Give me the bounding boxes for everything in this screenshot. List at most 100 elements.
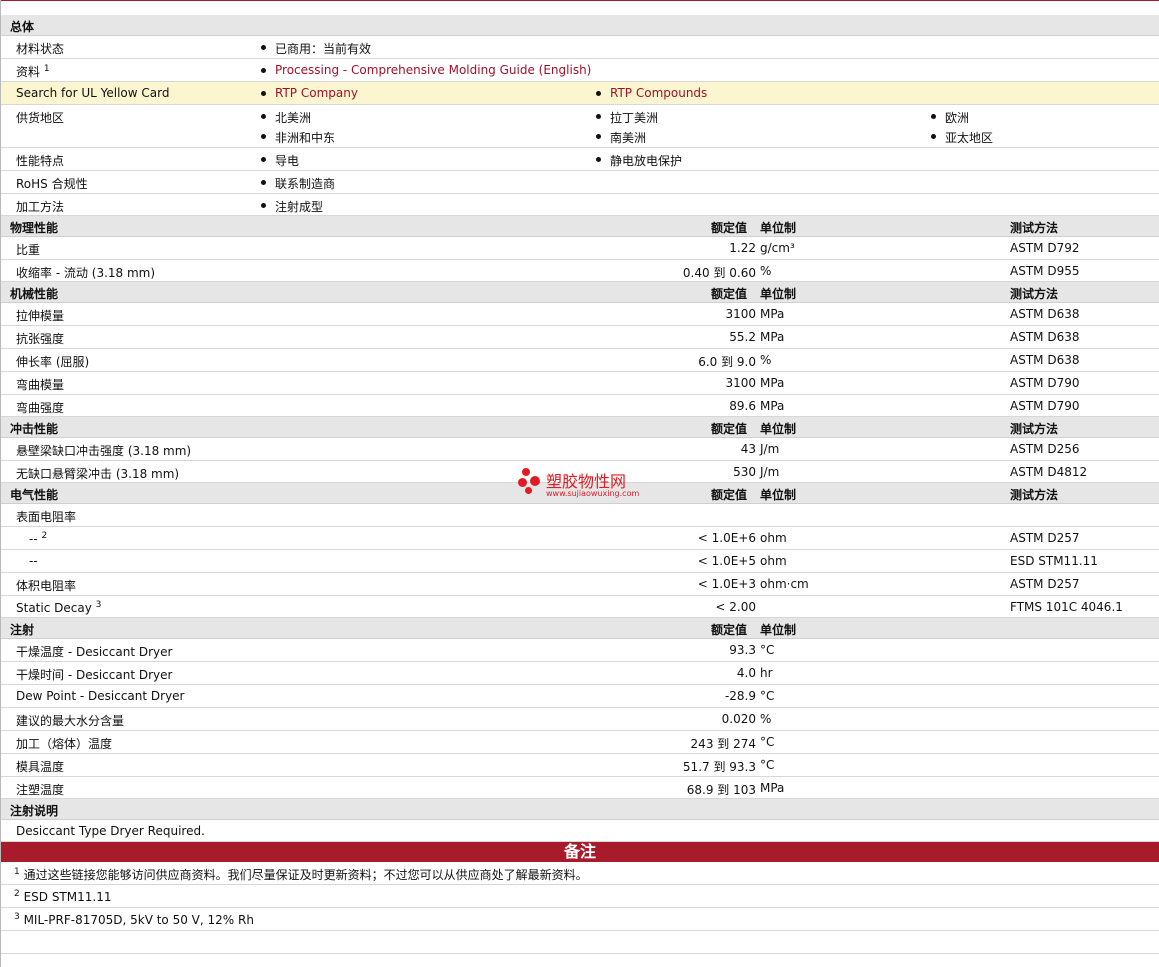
ul-link-rtp-company[interactable]: RTP Company <box>275 86 358 100</box>
bullet-icon <box>931 114 936 119</box>
property-unit: ohm <box>760 554 787 568</box>
property-name: 收缩率 - 流动 (3.18 mm) <box>16 266 156 280</box>
header-nominal: 额定值 <box>711 422 748 436</box>
row-regions: 供货地区 北美洲 拉丁美洲 欧洲 非洲和中东 南美洲 亚太地区 <box>1 105 1159 148</box>
header-unit: 单位制 <box>760 488 797 502</box>
header-unit: 单位制 <box>760 422 797 436</box>
header-nominal: 额定值 <box>711 488 748 502</box>
row-value: 已商用：当前有效 <box>275 42 372 56</box>
region-item: 非洲和中东 <box>275 131 336 145</box>
section-title: 注射说明 <box>10 804 59 818</box>
property-unit: % <box>760 264 772 278</box>
property-name: 表面电阻率 <box>16 510 77 524</box>
bullet-icon <box>596 157 601 162</box>
property-name: 伸长率 (屈服) <box>16 355 90 369</box>
test-method: ASTM D955 <box>1010 264 1080 278</box>
section-impact: 冲击性能 额定值 单位制 测试方法 <box>1 417 1159 438</box>
header-method: 测试方法 <box>1010 221 1059 235</box>
property-unit: J/m <box>760 442 780 456</box>
logo-dot-icon <box>522 468 530 476</box>
table-row: 表面电阻率 <box>1 504 1159 527</box>
property-name: 悬壁梁缺口冲击强度 (3.18 mm) <box>16 444 192 458</box>
row-features: 性能特点 导电 静电放电保护 <box>1 148 1159 171</box>
bullet-icon <box>596 91 601 96</box>
row-value: 注射成型 <box>275 200 324 214</box>
section-physical: 物理性能 额定值 单位制 测试方法 <box>1 216 1159 237</box>
test-method: ASTM D638 <box>1010 307 1080 321</box>
note-text: 3 MIL-PRF-81705D, 5kV to 50 V, 12% Rh <box>14 912 254 927</box>
property-name: 模具温度 <box>16 760 65 774</box>
property-name: -- 2 <box>29 531 48 546</box>
property-name: 弯曲模量 <box>16 378 65 392</box>
table-row: 悬壁梁缺口冲击强度 (3.18 mm) 43 J/m ASTM D256 <box>1 438 1159 461</box>
property-value: < 1.0E+5 <box>697 554 756 568</box>
row-label: 资料 1 <box>16 64 50 79</box>
property-name: 比重 <box>16 243 41 257</box>
property-name: Dew Point - Desiccant Dryer <box>16 689 185 703</box>
note-text: 2 ESD STM11.11 <box>14 889 112 904</box>
header-method: 测试方法 <box>1010 422 1059 436</box>
property-unit: °C <box>760 689 775 703</box>
region-item: 欧洲 <box>945 111 970 125</box>
section-general: 总体 <box>1 15 1159 36</box>
watermark-url: www.sujiaowuxing.com <box>546 489 640 498</box>
property-value: 89.6 <box>729 399 756 413</box>
property-name: 干燥温度 - Desiccant Dryer <box>16 645 173 659</box>
property-value: 243 到 274 <box>690 737 756 751</box>
table-row: 模具温度 51.7 到 93.3 °C <box>1 754 1159 777</box>
table-row: 伸长率 (屈服) 6.0 到 9.0 % ASTM D638 <box>1 349 1159 372</box>
table-row: 加工（熔体）温度 243 到 274 °C <box>1 731 1159 754</box>
test-method: ASTM D792 <box>1010 241 1080 255</box>
test-method: ASTM D257 <box>1010 577 1080 591</box>
region-item: 南美洲 <box>610 131 647 145</box>
property-value: 0.020 <box>721 712 756 726</box>
table-row: Static Decay 3 < 2.00 FTMS 101C 4046.1 <box>1 596 1159 618</box>
region-item: 亚太地区 <box>945 131 994 145</box>
property-name: 注塑温度 <box>16 783 65 797</box>
logo-dot-icon <box>530 476 540 486</box>
header-unit: 单位制 <box>760 221 797 235</box>
note-item: 2 ESD STM11.11 <box>1 885 1159 908</box>
table-row: -- 2 < 1.0E+6 ohm ASTM D257 <box>1 527 1159 550</box>
property-value: < 1.0E+3 <box>697 577 756 591</box>
notes-header: 备注 <box>1 842 1159 862</box>
property-name: -- <box>29 554 38 568</box>
table-row: 注塑温度 68.9 到 103 MPa <box>1 777 1159 799</box>
note-item: 3 MIL-PRF-81705D, 5kV to 50 V, 12% Rh <box>1 908 1159 931</box>
table-row: 干燥时间 - Desiccant Dryer 4.0 hr <box>1 662 1159 685</box>
row-label: 供货地区 <box>16 111 65 125</box>
feature-item: 静电放电保护 <box>610 154 683 168</box>
section-injection: 注射 额定值 单位制 <box>1 618 1159 639</box>
property-unit: J/m <box>760 465 780 479</box>
row-label: Search for UL Yellow Card <box>16 86 170 100</box>
header-nominal: 额定值 <box>711 623 748 637</box>
property-unit: MPa <box>760 376 785 390</box>
logo-dot-icon <box>525 487 532 494</box>
ul-link-rtp-compounds[interactable]: RTP Compounds <box>610 86 707 100</box>
property-value: 3100 <box>725 307 756 321</box>
property-value: -28.9 <box>724 689 756 703</box>
row-documents: 资料 1 Processing - Comprehensive Molding … <box>1 59 1159 82</box>
property-name: 拉伸模量 <box>16 309 65 323</box>
property-name: 建议的最大水分含量 <box>16 714 125 728</box>
region-item: 拉丁美洲 <box>610 111 659 125</box>
table-row: Desiccant Type Dryer Required. <box>1 820 1159 842</box>
doc-link-molding-guide[interactable]: Processing - Comprehensive Molding Guide… <box>275 63 591 77</box>
property-name: 体积电阻率 <box>16 579 77 593</box>
bullet-icon <box>261 68 266 73</box>
section-injection-notes: 注射说明 <box>1 799 1159 820</box>
row-label: RoHS 合规性 <box>16 177 88 191</box>
property-unit: °C <box>760 643 775 657</box>
property-name: Static Decay 3 <box>16 600 102 615</box>
table-row: 抗张强度 55.2 MPa ASTM D638 <box>1 326 1159 349</box>
test-method: FTMS 101C 4046.1 <box>1010 600 1123 614</box>
property-value: 55.2 <box>729 330 756 344</box>
test-method: ASTM D638 <box>1010 330 1080 344</box>
blank-row <box>1 931 1159 954</box>
property-unit: hr <box>760 666 773 680</box>
property-value: 0.40 到 0.60 <box>682 266 756 280</box>
bullet-icon <box>261 180 266 185</box>
section-title: 注射 <box>10 623 35 637</box>
table-row: 弯曲强度 89.6 MPa ASTM D790 <box>1 395 1159 417</box>
test-method: ASTM D638 <box>1010 353 1080 367</box>
